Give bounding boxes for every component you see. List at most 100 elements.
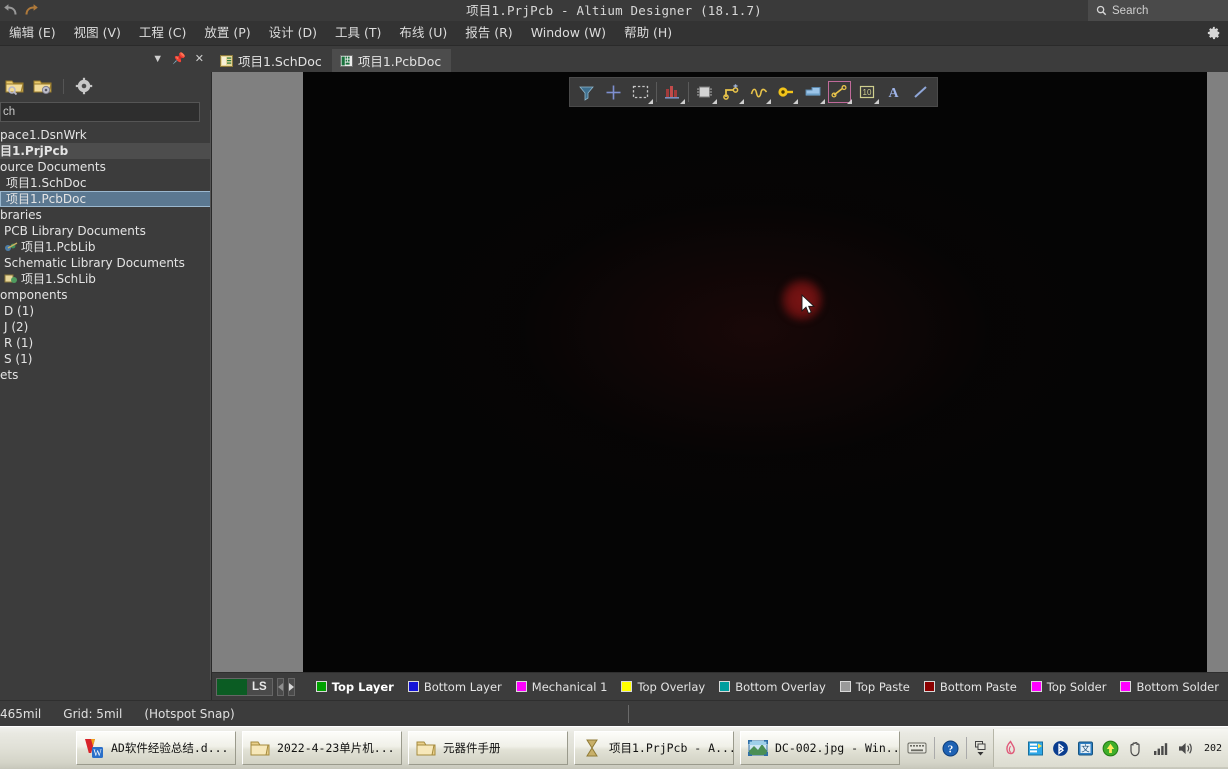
layer-tab-bottom-overlay[interactable]: Bottom Overlay (712, 676, 833, 698)
tree-item-d[interactable]: D (1) (0, 303, 211, 319)
undo-icon[interactable] (2, 2, 20, 19)
layer-tab-top-solder[interactable]: Top Solder (1024, 676, 1114, 698)
pcb-canvas[interactable] (303, 72, 1209, 672)
via-pad-icon-button[interactable] (772, 79, 799, 105)
pcblib-icon (5, 242, 18, 251)
global-search[interactable]: Search (1088, 0, 1228, 21)
menu-item-tools[interactable]: 工具 (T) (326, 21, 390, 45)
menu-item-route[interactable]: 布线 (U) (390, 21, 456, 45)
tree-item-schlib[interactable]: 项目1.SchLib (0, 271, 211, 287)
layer-tab-bottom-layer[interactable]: Bottom Layer (401, 676, 509, 698)
hand-icon[interactable] (1127, 740, 1144, 757)
menu-item-help[interactable]: 帮助 (H) (615, 21, 681, 45)
tree-group-schematic-library-documents[interactable]: Schematic Library Documents (0, 255, 211, 271)
tree-label: pace1.DsnWrk (0, 128, 87, 142)
tab-schdoc[interactable]: 项目1.SchDoc (212, 49, 332, 72)
tree-item-r[interactable]: R (1) (0, 335, 211, 351)
menu-item-reports[interactable]: 报告 (R) (456, 21, 521, 45)
interactive-length-tune-icon-button[interactable] (745, 79, 772, 105)
layer-prev-button[interactable] (276, 677, 284, 696)
tree-item-prjpcb[interactable]: 目1.PrjPcb (0, 143, 211, 159)
keyboard-icon[interactable] (907, 740, 927, 756)
tree-group-components[interactable]: omponents (0, 287, 211, 303)
menu-item-project[interactable]: 工程 (C) (130, 21, 195, 45)
dimension-icon (830, 85, 847, 98)
layer-color-chip (515, 681, 527, 692)
layer-tab-top-overlay[interactable]: Top Overlay (614, 676, 712, 698)
taskbar-item-wps[interactable]: W AD软件经验总结.d... (76, 731, 236, 765)
crosshair-icon-button[interactable] (600, 79, 627, 105)
taskbar-item-folder-2022[interactable]: 2022-4-23单片机... (242, 731, 402, 765)
tree-item-s[interactable]: S (1) (0, 351, 211, 367)
filter-icon (579, 86, 594, 101)
layer-tab-top-paste[interactable]: Top Paste (833, 676, 917, 698)
tree-label: J (2) (4, 320, 29, 334)
layer-stack-icon-button[interactable] (659, 79, 686, 105)
volume-icon[interactable] (1177, 740, 1194, 757)
show-hidden-icon[interactable] (974, 740, 987, 757)
panel-dropdown-icon[interactable]: ▼ (152, 53, 163, 65)
layer-tab-top-layer[interactable]: Top Layer (309, 676, 401, 698)
layer-tab-mechanical-1[interactable]: Mechanical 1 (509, 676, 615, 698)
tree-item-j[interactable]: J (2) (0, 319, 211, 335)
taskbar-item-folder-components[interactable]: 元器件手册 (408, 731, 568, 765)
taskbar-item-altium[interactable]: 项目1.PrjPcb - A... (574, 731, 734, 765)
menu-item-view[interactable]: 视图 (V) (65, 21, 130, 45)
taskbar-item-photo-viewer[interactable]: DC-002.jpg - Win... (740, 731, 900, 765)
layer-sets-button[interactable]: LS (216, 677, 273, 696)
tab-pcbdoc[interactable]: 项目1.PcbDoc (331, 49, 452, 72)
projects-search-value: ch (3, 106, 16, 118)
project-settings-icon[interactable] (33, 77, 53, 95)
signal-icon[interactable] (1152, 740, 1169, 757)
layer-tab-bottom-solder[interactable]: Bottom Solder (1113, 676, 1225, 698)
gear-icon[interactable] (1207, 26, 1221, 40)
component-icon-button[interactable] (691, 79, 718, 105)
updater-icon[interactable] (1102, 740, 1119, 757)
firewall-icon[interactable] (1002, 739, 1019, 757)
menu-item-design[interactable]: 设计 (D) (260, 21, 326, 45)
tree-group-source-documents[interactable]: ource Documents (0, 159, 211, 175)
tree-group-pcb-library-documents[interactable]: PCB Library Documents (0, 223, 211, 239)
media-icon[interactable] (1027, 740, 1044, 757)
tray-divider (965, 737, 967, 759)
route-trace-icon-button[interactable] (718, 79, 745, 105)
taskbar-clock[interactable]: 202 (1202, 743, 1222, 754)
bluetooth-icon[interactable] (1052, 740, 1069, 757)
projects-search-input[interactable]: ch (0, 102, 200, 122)
tree-item-pcblib[interactable]: 项目1.PcbLib (0, 239, 211, 255)
place-line-icon-button[interactable] (907, 79, 934, 105)
svg-text:10: 10 (862, 88, 871, 97)
tree-item-pcbdoc[interactable]: 项目1.PcbDoc (0, 191, 211, 207)
place-line-icon (914, 86, 927, 98)
filter-icon-button[interactable] (573, 79, 600, 105)
polygon-pour-icon-button[interactable] (799, 79, 826, 105)
menu-item-edit[interactable]: 编辑 (E) (0, 21, 65, 45)
menu-item-place[interactable]: 放置 (P) (195, 21, 259, 45)
measure-icon-button[interactable]: 10 (853, 79, 880, 105)
window-title: 项目1.PrjPcb - Altium Designer (18.1.7) (466, 3, 762, 18)
menu-item-window[interactable]: Window (W) (522, 21, 615, 45)
layer-tab-bottom-paste[interactable]: Bottom Paste (917, 676, 1024, 698)
gear-icon[interactable] (74, 77, 94, 95)
layer-color-chip (839, 681, 851, 692)
dimension-icon-button[interactable] (826, 79, 853, 105)
input-method-icon[interactable]: 文 (1077, 740, 1094, 757)
tree-label: ets (0, 368, 19, 382)
redo-icon[interactable] (22, 2, 40, 19)
open-project-icon[interactable] (5, 77, 25, 95)
tree-label: PCB Library Documents (4, 224, 146, 238)
panel-close-icon[interactable]: ✕ (195, 53, 204, 65)
tree-item-schdoc[interactable]: 项目1.SchDoc (0, 175, 211, 191)
tree-group-nets[interactable]: ets (0, 367, 211, 383)
panel-pin-icon[interactable]: 📌 (172, 53, 186, 65)
tray-divider (933, 737, 935, 759)
tree-label: 项目1.PcbDoc (6, 192, 87, 206)
tree-item-dsnwrk[interactable]: pace1.DsnWrk (0, 127, 211, 143)
layer-next-button[interactable] (287, 677, 295, 696)
document-tab-strip: 项目1.SchDoc 项目1.PcbDoc (212, 46, 1228, 72)
tree-group-libraries[interactable]: braries (0, 207, 211, 223)
place-string-icon-button[interactable]: A (880, 79, 907, 105)
help-icon[interactable]: ? (942, 740, 959, 757)
selection-box-icon-button[interactable] (627, 79, 654, 105)
status-divider (628, 705, 629, 723)
